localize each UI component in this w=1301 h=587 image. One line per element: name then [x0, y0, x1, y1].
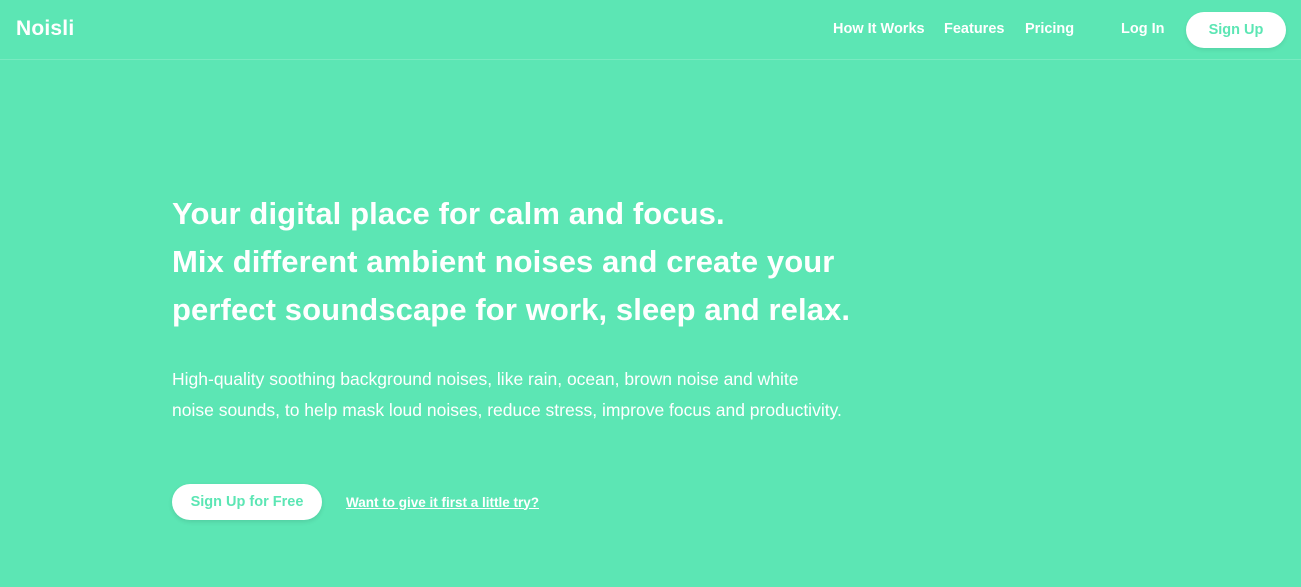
top-navigation: Noisli How It Works Features Pricing Log… — [0, 0, 1301, 60]
try-it-link[interactable]: Want to give it first a little try? — [346, 495, 539, 510]
sign-up-button[interactable]: Sign Up — [1186, 12, 1286, 48]
hero-actions: Sign Up for Free Want to give it first a… — [172, 484, 539, 520]
headline-line: perfect soundscape for work, sleep and r… — [172, 292, 851, 327]
nav-pricing-link[interactable]: Pricing — [1025, 21, 1074, 37]
landing-page: Noisli How It Works Features Pricing Log… — [0, 0, 1301, 587]
hero-section: Your digital place for calm and focus. M… — [172, 190, 1072, 426]
description-line: noise sounds, to help mask loud noises, … — [172, 400, 842, 420]
hero-description: High-quality soothing background noises,… — [172, 364, 1072, 426]
hero-headline: Your digital place for calm and focus. M… — [172, 190, 1072, 334]
description-line: High-quality soothing background noises,… — [172, 369, 799, 389]
sign-up-for-free-button[interactable]: Sign Up for Free — [172, 484, 322, 520]
noisli-logo[interactable]: Noisli — [16, 17, 74, 41]
nav-features-link[interactable]: Features — [944, 21, 1004, 37]
log-in-link[interactable]: Log In — [1121, 21, 1165, 37]
headline-line: Your digital place for calm and focus. — [172, 196, 725, 231]
headline-line: Mix different ambient noises and create … — [172, 244, 835, 279]
nav-how-it-works-link[interactable]: How It Works — [833, 21, 925, 37]
